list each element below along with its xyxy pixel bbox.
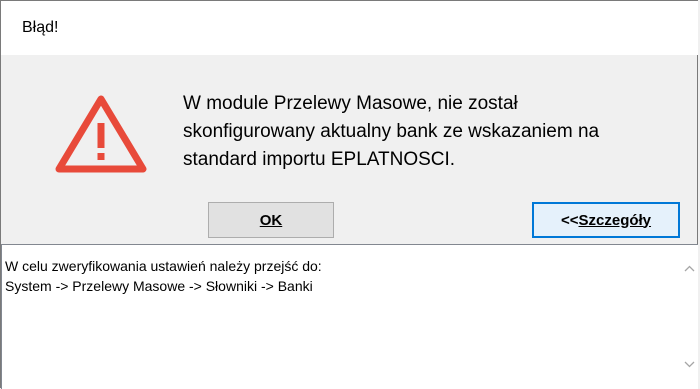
chevron-up-icon[interactable] xyxy=(682,262,697,277)
details-button[interactable]: << Szczegóły xyxy=(532,202,680,238)
dialog-title: Błąd! xyxy=(22,19,59,36)
details-button-label: Szczegóły xyxy=(578,211,652,229)
details-line: W celu zweryfikowania ustawień należy pr… xyxy=(5,258,322,274)
details-button-prefix: << xyxy=(560,211,579,229)
vertical-scrollbar[interactable] xyxy=(681,245,698,389)
message-line: standard importu EPLATNOSCI. xyxy=(183,149,456,170)
title-bar[interactable]: Błąd! xyxy=(1,1,698,55)
ok-button-label: OK xyxy=(259,211,283,229)
details-text: W celu zweryfikowania ustawień należy pr… xyxy=(5,256,322,296)
message-line: skonfigurowany aktualny bank ze wskazani… xyxy=(183,121,600,142)
details-textbox[interactable]: W celu zweryfikowania ustawień należy pr… xyxy=(1,244,698,389)
ok-button[interactable]: OK xyxy=(208,202,334,238)
warning-triangle-icon xyxy=(55,95,147,173)
chevron-down-icon[interactable] xyxy=(682,358,697,373)
details-line: System -> Przelewy Masowe -> Słowniki ->… xyxy=(5,278,313,294)
message-line: W module Przelewy Masowe, nie został xyxy=(183,93,518,114)
error-message: W module Przelewy Masowe, nie został sko… xyxy=(183,90,683,174)
error-dialog: Błąd! W module Przelewy Masowe, nie zost… xyxy=(0,0,698,389)
